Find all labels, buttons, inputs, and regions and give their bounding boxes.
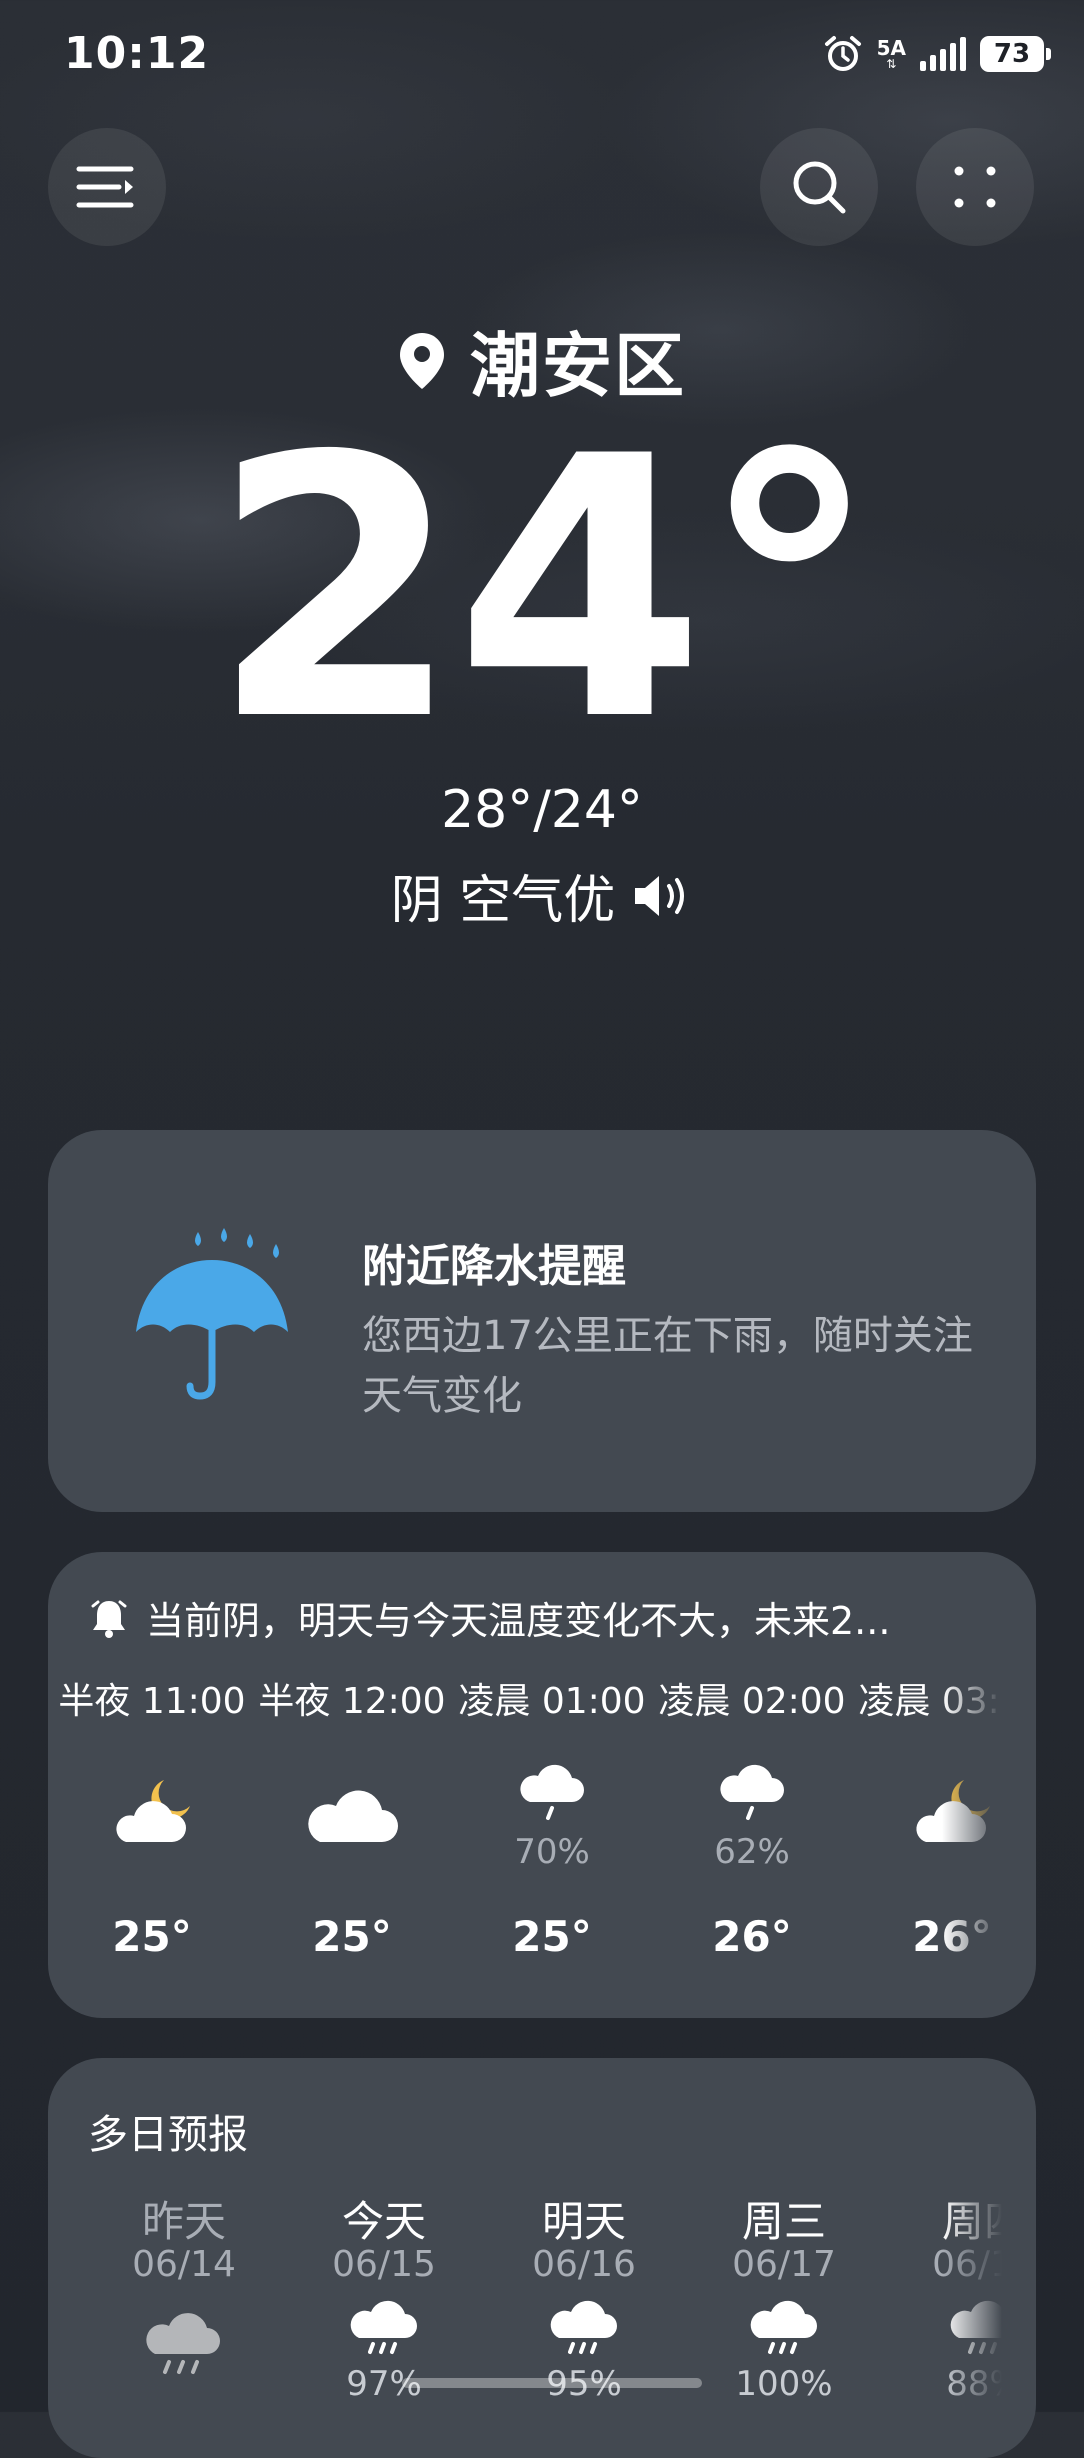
weather-condition: 阴 空气优 [390,871,616,931]
status-time: 10:12 [64,28,210,79]
rain-icon [146,2313,220,2374]
more-options-button[interactable] [916,128,1034,246]
alert-body: 您西边17公里正在下雨，随时关注天气变化 [362,1313,973,1419]
umbrella-rain-icon [136,1228,288,1400]
day-item: 昨天 06/14 [84,2188,284,2458]
status-bar: 10:12 5A ⇅ 73 [0,0,1084,110]
moon-partly-cloudy-icon [116,1780,190,1842]
day-precip: 100% [735,2364,833,2404]
rain-icon [350,2300,417,2354]
hour-label: 凌晨 02:00 [658,1681,846,1722]
hour-precip: 70% [514,1832,590,1872]
hour-label: 半夜 12:00 [258,1681,446,1722]
cloudy-icon [308,1790,398,1842]
light-rain-icon [720,1764,784,1820]
forecast-summary: 当前阴，明天与今天温度变化不大，未来2... [90,1590,1010,1645]
day-date: 06/14 [132,2244,236,2285]
daily-list[interactable]: 昨天 06/14 今天 06/15 97% 明天 06/16 95% 周三 06… [48,2188,1002,2458]
multi-day-forecast-card[interactable]: 多日预报 昨天 06/14 今天 06/15 97% 明天 06/16 95% … [48,2058,1036,2458]
day-item: 明天 06/16 95% [484,2188,684,2458]
day-date: 06/17 [732,2244,836,2285]
day-date: 06/15 [332,2244,436,2285]
scroll-fade [942,1672,1002,2012]
hour-item: 凌晨 02:00 62% 26° [652,1672,852,2012]
daily-title: 多日预报 [88,2112,248,2158]
more-dots-icon [954,166,996,208]
hour-label: 半夜 11:00 [58,1681,246,1722]
home-indicator[interactable] [402,2378,702,2388]
bell-icon [91,1600,127,1638]
hourly-forecast-card[interactable]: 当前阴，明天与今天温度变化不大，未来2... 半夜 11:00 25° 半夜 1… [48,1552,1036,2018]
signal-icon [920,37,966,71]
hourly-list[interactable]: 半夜 11:00 25° 半夜 12:00 25° 凌晨 01:00 70% 2… [48,1672,1002,2012]
hour-precip: 62% [714,1832,790,1872]
forecast-summary-text: 当前阴，明天与今天温度变化不大，未来2... [146,1599,891,1643]
hour-temp: 25° [112,1912,192,1961]
day-name: 周三 [741,2197,826,2246]
battery-level: 73 [993,39,1031,69]
day-item: 今天 06/15 97% [284,2188,484,2458]
rain-icon [550,2300,617,2354]
current-temperature: 24° [210,380,880,799]
rain-icon [750,2300,817,2354]
network-type: 5A [876,36,906,60]
hour-temp: 25° [512,1912,592,1961]
hour-temp: 26° [712,1912,792,1961]
hour-label: 凌晨 01:00 [458,1681,646,1722]
menu-button[interactable] [48,128,166,246]
status-icons: 5A ⇅ 73 [823,30,1051,78]
hour-item: 半夜 12:00 25° [252,1672,452,2012]
hour-item: 半夜 11:00 25° [52,1672,252,2012]
day-date: 06/16 [532,2244,636,2285]
hour-temp: 25° [312,1912,392,1961]
speaker-icon[interactable] [631,870,693,922]
day-name: 今天 [341,2197,426,2246]
alert-title: 附近降水提醒 [362,1241,626,1292]
precipitation-alert-card[interactable]: 附近降水提醒 您西边17公里正在下雨，随时关注天气变化 [48,1130,1036,1512]
light-rain-icon [520,1764,584,1820]
battery-indicator: 73 [980,36,1051,72]
day-name: 明天 [541,2197,626,2246]
hour-item: 凌晨 01:00 70% 25° [452,1672,652,2012]
menu-icon [76,166,134,208]
day-name: 昨天 [141,2197,226,2246]
day-item: 周三 06/17 100% [684,2188,884,2458]
data-arrows-icon: ⇅ [886,57,897,71]
scroll-fade [942,2188,1002,2458]
condition-row: 阴 空气优 [0,858,1084,933]
alarm-icon [824,36,861,71]
search-icon [793,161,846,214]
network-indicator: 5A ⇅ [877,38,906,70]
search-button[interactable] [760,128,878,246]
high-low-temperature: 28°/24° [441,780,643,840]
